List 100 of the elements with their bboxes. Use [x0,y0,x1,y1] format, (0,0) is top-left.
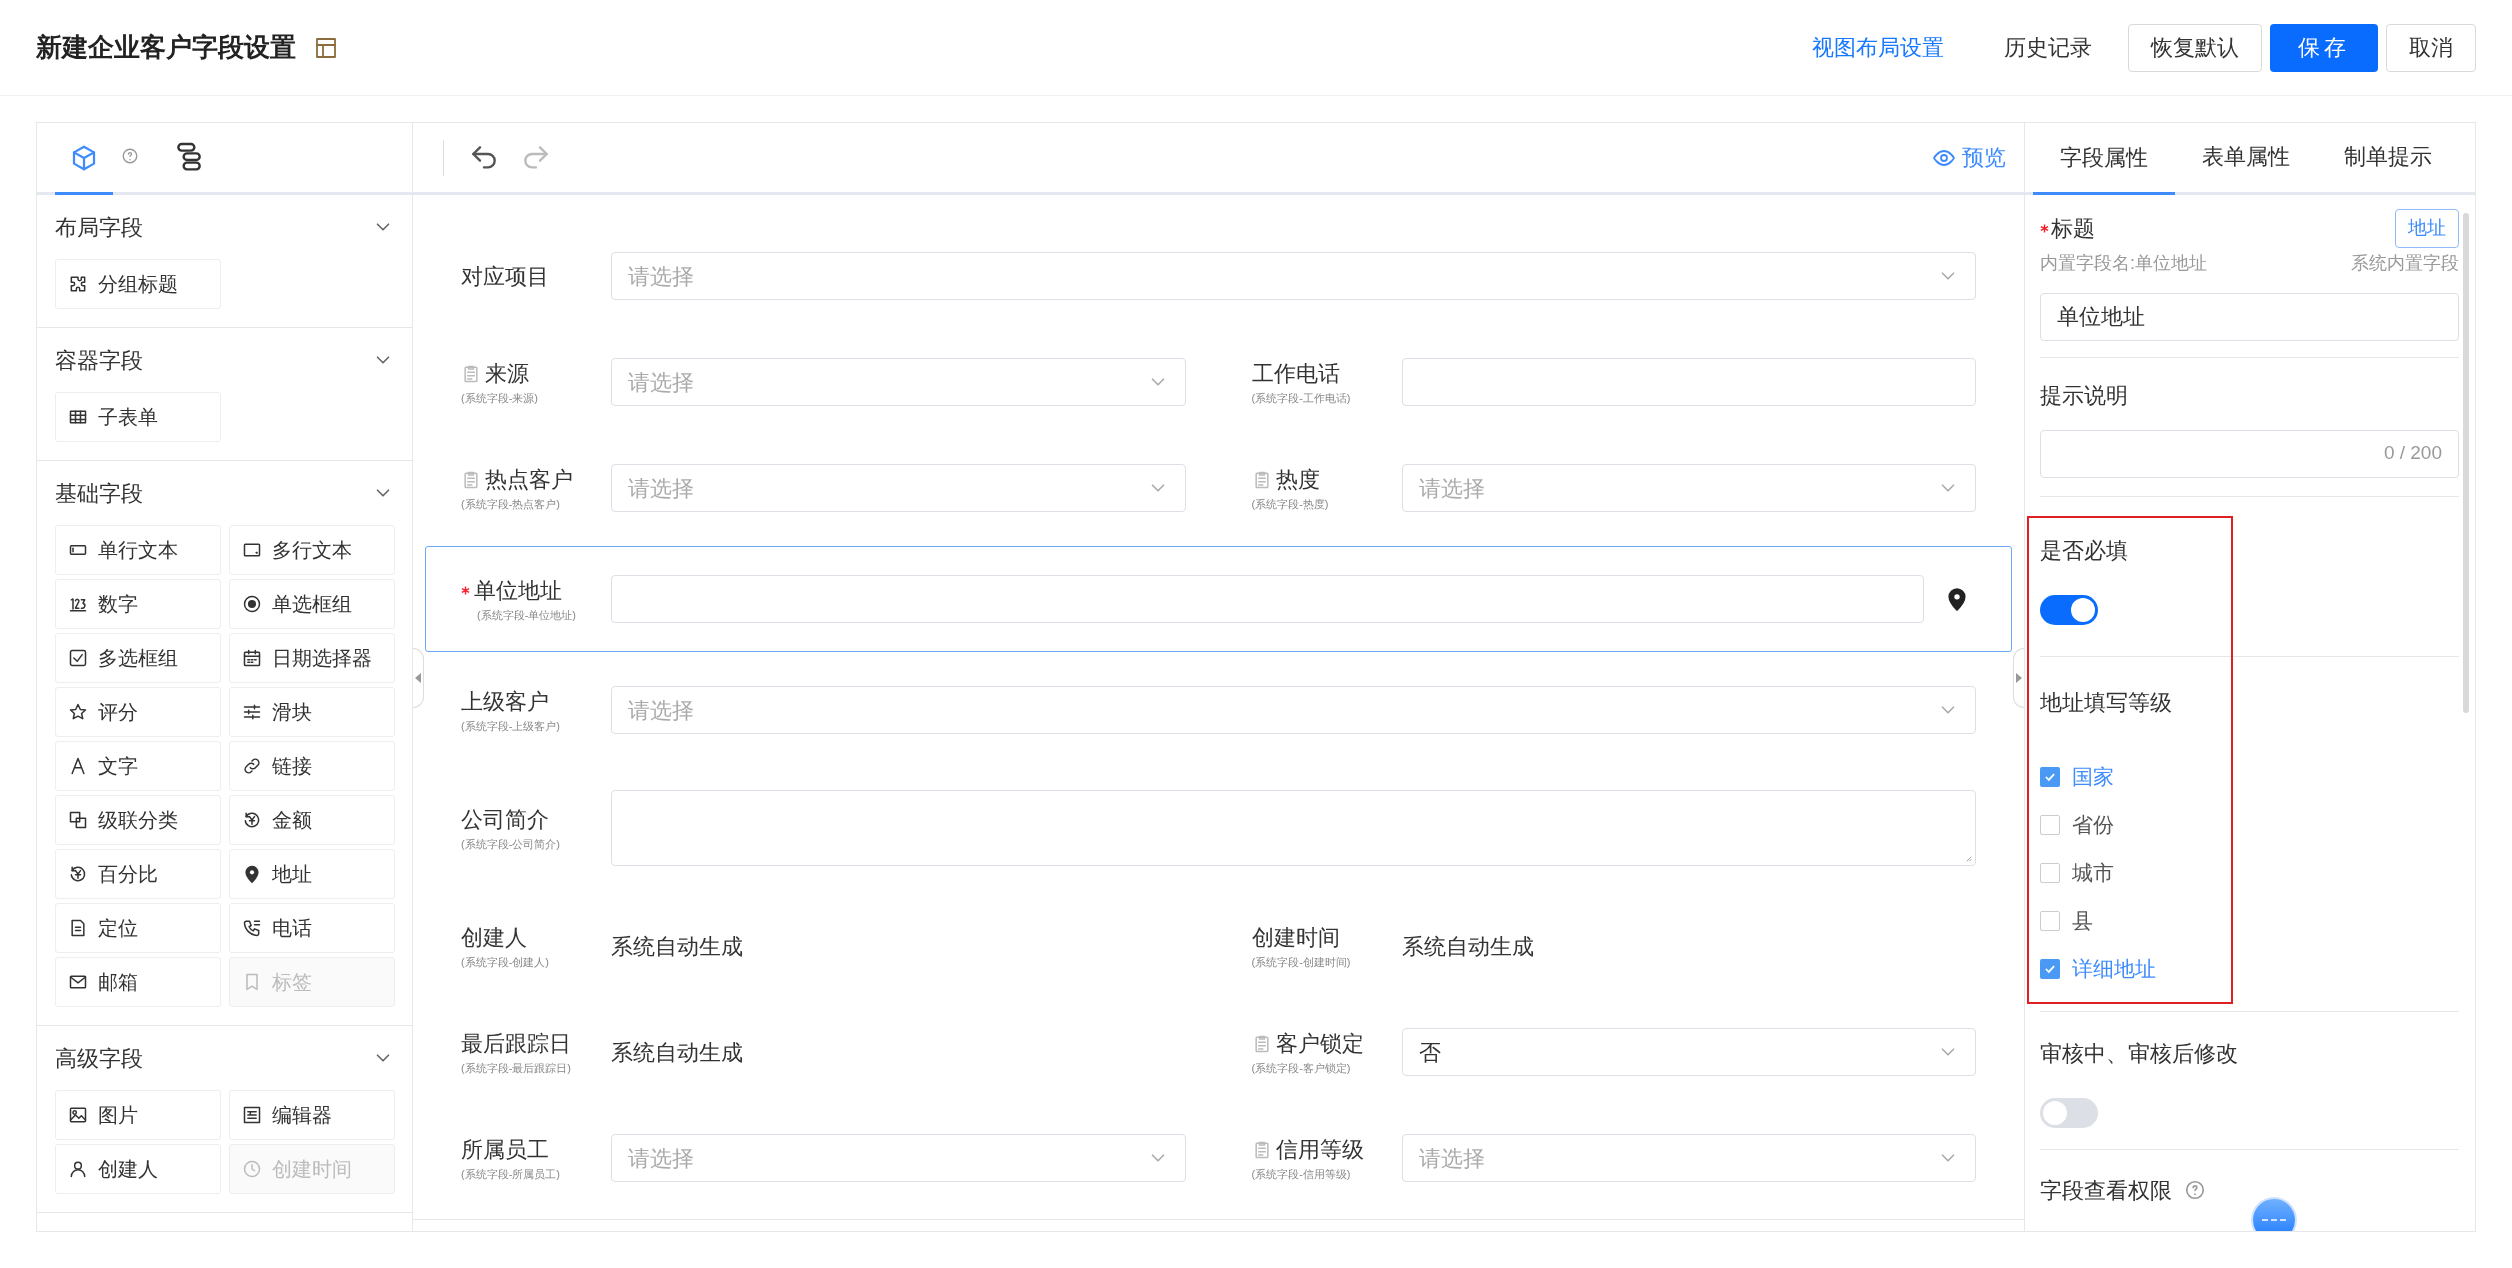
properties-tab[interactable]: 表单属性 [2175,123,2317,192]
slider-icon [242,702,262,722]
field-type-item[interactable]: 级联分类 [55,795,221,845]
checkbox[interactable] [2040,862,2060,883]
field-type-item[interactable]: 电话 [229,903,395,953]
field-type-item[interactable]: 数字 [55,579,221,629]
field-type-item[interactable]: 链接 [229,741,395,791]
currency-icon [68,864,88,884]
layout-settings-link[interactable]: 视图布局设置 [1788,23,1968,72]
field-label: 创建人 [461,924,527,953]
collapse-handle[interactable] [413,648,424,708]
field-note: (系统字段-公司简介) [461,837,561,853]
field-note: (系统字段-来源) [461,391,539,407]
help-icon [2184,1179,2206,1201]
field-type-item[interactable]: 多选框组 [55,633,221,683]
clipboard-icon [461,469,481,490]
level-checkbox[interactable]: 城市 [2040,848,2459,897]
checkbox[interactable] [2040,814,2060,835]
textarea-field[interactable] [611,790,1976,866]
section-header[interactable]: 高级字段 [37,1026,412,1090]
layout-icon [314,35,338,60]
person-icon [68,1159,88,1179]
action-button[interactable]: 恢复默认 [2128,23,2262,72]
form-row[interactable]: 对应项目 请选择 [425,223,2012,329]
phone-icon [242,918,262,938]
page-title: 新建企业客户字段设置 [36,31,296,64]
selected-field-row[interactable]: 单位地址 (系统字段-单位地址) [425,546,2012,652]
field-type-item[interactable]: 定位 [55,903,221,953]
address-field[interactable] [611,575,1924,623]
checkbox[interactable] [2040,958,2060,979]
field-type-item[interactable]: 百分比 [55,849,221,899]
field-type-item[interactable]: 日期选择器 [229,633,395,683]
checkbox-label: 省份 [2072,811,2114,838]
field-note: (系统字段-热度) [1251,497,1330,513]
caret-icon [2015,672,2023,684]
field-type-item[interactable]: 评分 [55,687,221,737]
property-label: 审核中、审核后修改 [2040,1040,2239,1068]
field-label: 公司简介 [461,806,549,835]
input-field[interactable] [1401,358,1976,406]
field-type-item[interactable]: 金额 [229,795,395,845]
checkbox-label: 城市 [2072,859,2114,886]
toggle-switch[interactable] [2040,594,2098,625]
field-note: (系统字段-创建人) [461,955,550,971]
save-button[interactable]: 保存 [2270,23,2378,72]
form-row[interactable]: 来源 (系统字段-来源) 请选择 工作电话 (系统字段-工作电话) [425,329,2012,435]
form-row[interactable]: 创建人 (系统字段-创建人) 系统自动生成 创建时间 (系统字段-创建时间) 系统自动生成 [425,893,2012,999]
field-type-item[interactable]: 滑块 [229,687,395,737]
field-type-item[interactable]: 图片 [55,1090,221,1140]
level-checkbox[interactable]: 县 [2040,896,2459,945]
property-label: 地址填写等级 [2040,689,2173,717]
properties-tab[interactable]: 字段属性 [2033,123,2175,195]
field-type-item[interactable]: 单选框组 [229,579,395,629]
puzzle-icon [68,274,88,294]
field-label: 单位地址 [474,577,562,606]
field-type-item[interactable]: 多行文本 [229,525,395,575]
action-button[interactable]: 取消 [2386,23,2476,72]
field-type-item[interactable]: 文字 [55,741,221,791]
field-type-item[interactable]: 邮箱 [55,957,221,1007]
field-type-item[interactable]: 地址 [229,849,395,899]
level-checkbox[interactable]: 省份 [2040,800,2459,849]
select-field[interactable]: 否 [1401,1028,1976,1076]
checkbox[interactable] [2040,910,2060,931]
field-note: (系统字段-上级客户) [461,719,561,735]
field-label: 上级客户 [461,688,549,717]
section-header[interactable]: 布局字段 [37,195,412,259]
scrollbar[interactable] [2463,213,2469,713]
caret-icon [414,672,422,684]
field-note: (系统字段-最后跟踪日) [461,1061,572,1077]
field-type-item[interactable]: 编辑器 [229,1090,395,1140]
form-row[interactable]: 上级客户 (系统字段-上级客户) 请选择 [425,657,2012,763]
floating-button[interactable] [2251,1197,2297,1231]
section-header[interactable]: 容器字段 [37,328,412,392]
form-row[interactable]: 最后跟踪日 (系统字段-最后跟踪日) 系统自动生成 客户锁定 (系统字段-客户锁定) 否 [425,999,2012,1105]
toggle-switch[interactable] [2040,1097,2098,1128]
calendar-icon [242,648,262,668]
field-note: (系统字段-工作电话) [1251,391,1352,407]
field-type-item[interactable]: 子表单 [55,392,221,442]
image-icon [68,1105,88,1125]
checkbox-icon [68,648,88,668]
property-label: 标题 [2051,214,2095,243]
form-row[interactable]: 公司简介 (系统字段-公司简介) [425,763,2012,893]
title-input[interactable]: 单位地址 [2040,292,2459,341]
field-label: 最后跟踪日 [461,1030,571,1059]
field-note: (系统字段-信用等级) [1251,1167,1352,1183]
checkbox-label: 详细地址 [2072,955,2156,982]
properties-tab[interactable]: 制单提示 [2317,123,2459,192]
field-label: 来源 [485,360,529,389]
help-icon [121,147,139,165]
link-icon [242,756,262,776]
field-label: 热度 [1275,466,1320,495]
field-type-item[interactable]: 创建人 [55,1144,221,1194]
checkbox[interactable] [2040,766,2060,787]
field-type-item[interactable]: 单行文本 [55,525,221,575]
field-type-item[interactable]: 分组标题 [55,259,221,309]
section-header[interactable]: 基础字段 [37,461,412,525]
collapse-handle[interactable] [2013,648,2024,708]
field-label: 所属员工 [461,1136,549,1165]
field-label: 客户锁定 [1275,1030,1364,1059]
history-button[interactable]: 历史记录 [1976,23,2120,72]
field-note: (系统字段-创建时间) [1251,955,1352,971]
